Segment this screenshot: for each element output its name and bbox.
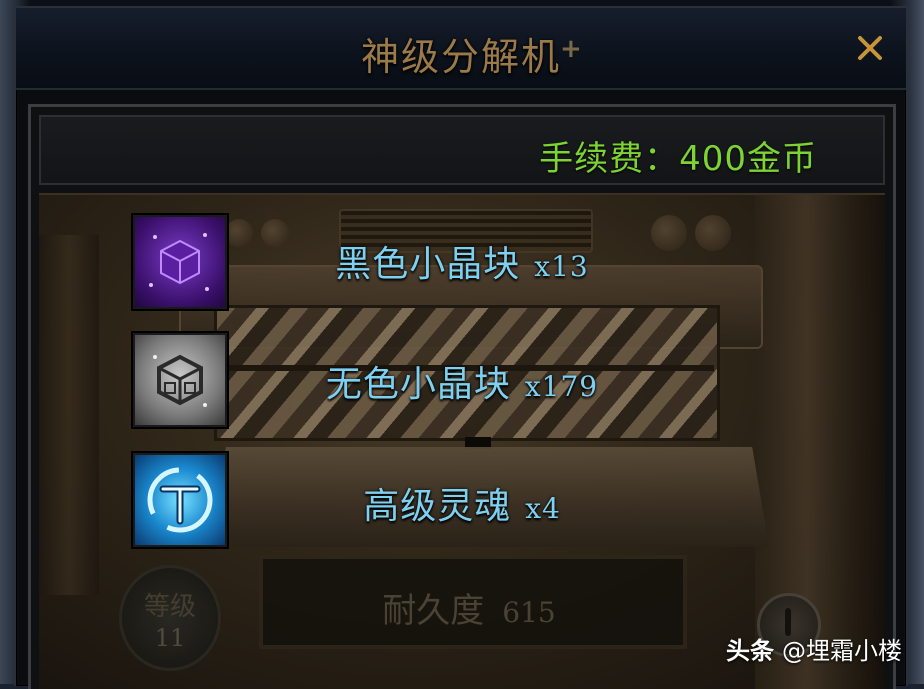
close-button[interactable] <box>850 28 890 68</box>
disassembler-window: 神级分解机 + 手续费：400金币 黑色小晶块 x13 无色小晶块 x179 高… <box>14 6 908 689</box>
item-name: 黑色小晶块 <box>335 244 521 285</box>
durability-readout: 耐久度 615 <box>269 583 669 632</box>
machine-pipe-left <box>39 235 99 595</box>
title-bar[interactable]: 神级分解机 + <box>16 8 906 90</box>
watermark-author: @埋霜小楼 <box>782 637 902 665</box>
level-value: 11 <box>154 624 186 652</box>
item-label: 高级灵魂 x4 <box>39 477 885 529</box>
item-quantity: x13 <box>534 250 589 283</box>
item-label: 无色小晶块 x179 <box>39 355 885 407</box>
item-name: 高级灵魂 <box>363 486 512 527</box>
durability-label: 耐久度 <box>382 591 485 631</box>
level-badge: 等级 11 <box>119 565 221 671</box>
title-plus-icon[interactable]: + <box>560 34 582 64</box>
close-icon <box>858 36 882 60</box>
level-title: 等级 <box>143 592 196 622</box>
watermark-brand: 头条 <box>726 637 774 665</box>
disassembler-machine: 黑色小晶块 x13 无色小晶块 x179 高级灵魂 x4 等级 11 耐久度 6… <box>39 193 885 689</box>
fee-bar: 手续费：400金币 <box>39 115 885 185</box>
item-label: 黑色小晶块 x13 <box>39 235 885 287</box>
item-quantity: x4 <box>525 492 561 525</box>
item-quantity: x179 <box>524 370 599 403</box>
inner-frame: 手续费：400金币 黑色小晶块 x13 无色小晶块 x179 高级灵魂 x4 等… <box>28 104 896 689</box>
window-title: 神级分解机 <box>360 35 561 79</box>
item-name: 无色小晶块 <box>325 364 511 405</box>
fee-text: 手续费：400金币 <box>539 139 817 179</box>
watermark: 头条 @埋霜小楼 <box>726 631 902 666</box>
durability-value: 615 <box>502 596 556 629</box>
